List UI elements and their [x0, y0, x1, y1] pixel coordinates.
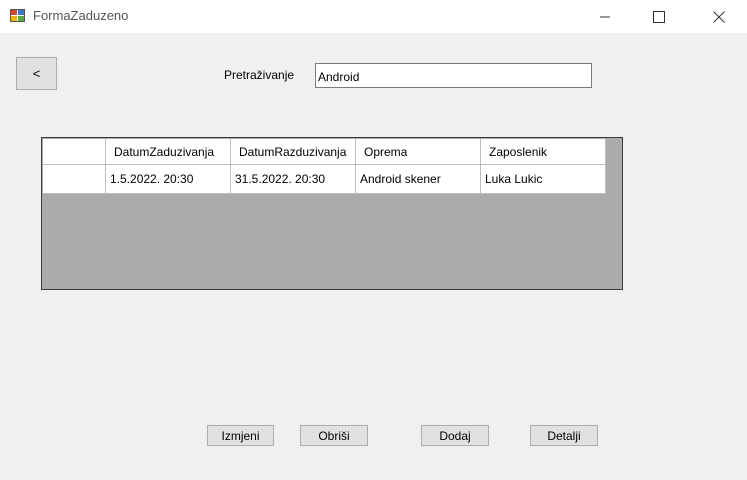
add-button[interactable]: Dodaj	[421, 425, 489, 446]
maximize-button[interactable]	[636, 0, 682, 33]
search-input[interactable]	[315, 63, 592, 88]
delete-button[interactable]: Obriši	[300, 425, 368, 446]
column-header-datum-razduzivanja[interactable]: DatumRazduzivanja	[231, 139, 356, 165]
data-grid[interactable]: DatumZaduzivanja DatumRazduzivanja Oprem…	[41, 137, 623, 290]
row-header-corner[interactable]	[43, 139, 106, 165]
table-row[interactable]: 1.5.2022. 20:30 31.5.2022. 20:30 Android…	[43, 165, 606, 194]
back-button[interactable]: <	[16, 57, 57, 90]
minimize-icon	[600, 16, 610, 17]
close-button[interactable]	[696, 0, 742, 33]
details-button[interactable]: Detalji	[530, 425, 598, 446]
cell-datum-zaduzivanja[interactable]: 1.5.2022. 20:30	[106, 165, 231, 194]
window-title: FormaZaduzeno	[33, 8, 129, 23]
close-icon	[713, 10, 725, 23]
cell-zaposlenik[interactable]: Luka Lukic	[481, 165, 606, 194]
cell-datum-razduzivanja[interactable]: 31.5.2022. 20:30	[231, 165, 356, 194]
app-icon	[10, 9, 25, 22]
column-header-zaposlenik[interactable]: Zaposlenik	[481, 139, 606, 165]
column-header-datum-zaduzivanja[interactable]: DatumZaduzivanja	[106, 139, 231, 165]
title-bar: FormaZaduzeno	[0, 0, 747, 33]
row-header[interactable]	[43, 165, 106, 194]
search-label: Pretraživanje	[224, 68, 295, 82]
cell-oprema[interactable]: Android skener	[356, 165, 481, 194]
maximize-icon	[653, 10, 665, 23]
minimize-button[interactable]	[582, 0, 628, 33]
column-header-oprema[interactable]: Oprema	[356, 139, 481, 165]
edit-button[interactable]: Izmjeni	[207, 425, 274, 446]
grid-header: DatumZaduzivanja DatumRazduzivanja Oprem…	[43, 139, 606, 165]
